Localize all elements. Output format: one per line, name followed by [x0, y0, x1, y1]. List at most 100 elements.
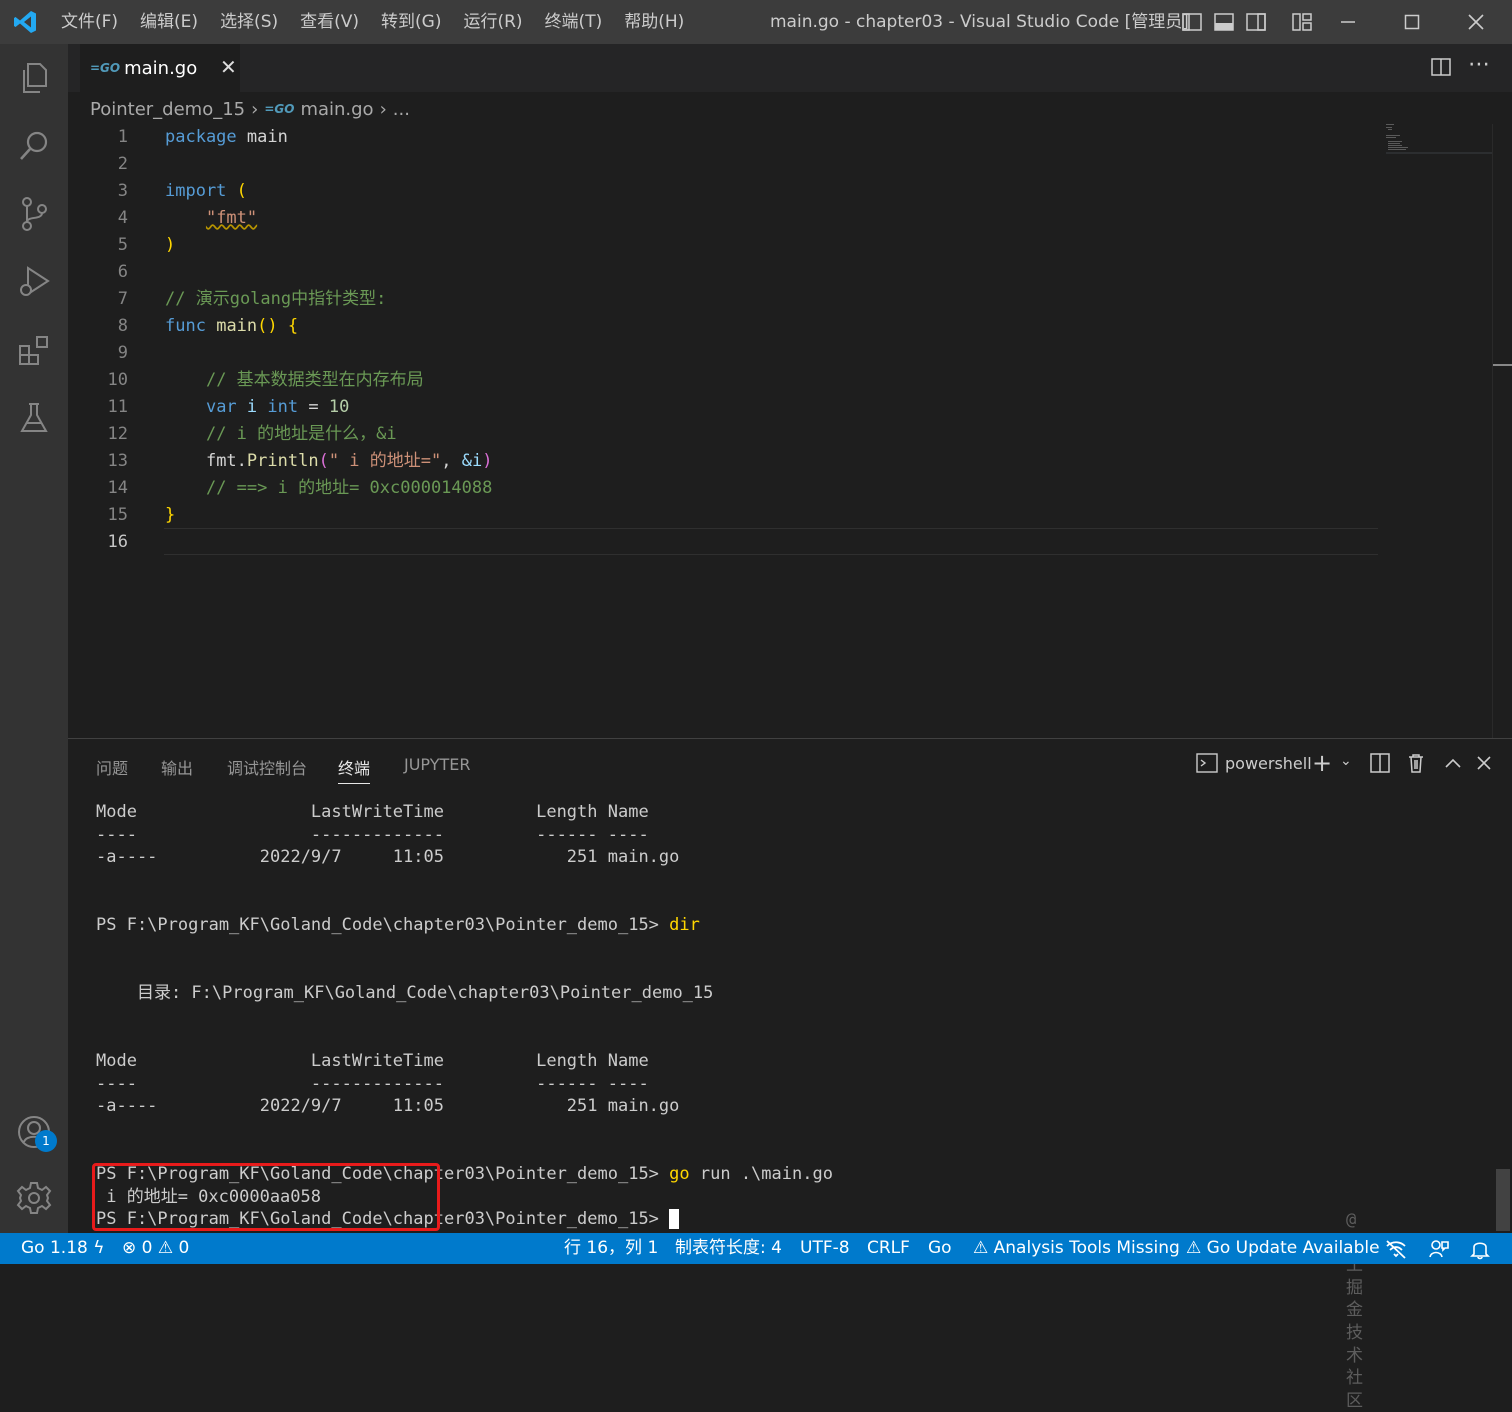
- explorer-icon[interactable]: [0, 44, 68, 112]
- chevron-down-icon[interactable]: ⌄: [1340, 753, 1352, 769]
- terminal-scrollbar[interactable]: [1496, 1169, 1510, 1231]
- close-window-icon[interactable]: [1444, 0, 1508, 44]
- search-icon[interactable]: [0, 112, 68, 180]
- menu-selection[interactable]: 选择(S): [209, 0, 289, 44]
- comment: // i 的地址是什么，&i: [205, 424, 397, 444]
- feedback-icon[interactable]: [1428, 1238, 1450, 1271]
- split-editor-icon[interactable]: [1430, 56, 1452, 82]
- code-line: 10 // 基本数据类型在内存布局: [68, 367, 1378, 394]
- problems-status[interactable]: ⊗ 0 ⚠ 0: [122, 1233, 189, 1264]
- toggle-panel-icon[interactable]: [1208, 0, 1240, 44]
- number-literal: 10: [328, 397, 350, 417]
- keyword: func: [165, 316, 206, 336]
- maximize-icon[interactable]: [1380, 0, 1444, 44]
- tab-main-go[interactable]: =GO main.go ✕: [80, 44, 240, 92]
- keyword: import: [165, 181, 227, 201]
- encoding-status[interactable]: UTF-8: [800, 1233, 850, 1264]
- terminal-shell-label: powershell: [1225, 753, 1312, 773]
- keyword: var: [205, 397, 237, 417]
- tab-size-status[interactable]: 制表符长度: 4: [675, 1233, 782, 1264]
- tab-terminal[interactable]: 终端: [338, 755, 371, 784]
- menu-file[interactable]: 文件(F): [50, 0, 129, 44]
- toggle-secondary-sidebar-icon[interactable]: [1240, 0, 1272, 44]
- split-terminal-icon[interactable]: [1370, 753, 1390, 777]
- close-panel-icon[interactable]: [1476, 755, 1492, 775]
- breadcrumb-folder[interactable]: Pointer_demo_15: [90, 99, 245, 120]
- maximize-panel-chevron-up-icon[interactable]: [1444, 755, 1462, 774]
- kill-terminal-trash-icon[interactable]: [1406, 753, 1426, 777]
- go-update-status[interactable]: ⚠ Go Update Available: [1186, 1233, 1380, 1264]
- editor-scrollbar[interactable]: [1492, 124, 1512, 738]
- tab-output[interactable]: 输出: [161, 755, 193, 779]
- keyword: package: [165, 127, 237, 147]
- breadcrumb-file[interactable]: main.go: [300, 99, 373, 120]
- terminal-line: -a---- 2022/9/7 11:05 251 main.go: [96, 847, 680, 868]
- extensions-icon[interactable]: [0, 316, 68, 384]
- breadcrumb-symbol[interactable]: ...: [393, 99, 410, 120]
- code-line: 13 fmt.Println(" i 的地址=", &i): [68, 448, 1378, 475]
- menu-view[interactable]: 查看(V): [289, 0, 370, 44]
- close-tab-icon[interactable]: ✕: [220, 55, 237, 79]
- language-status[interactable]: Go: [928, 1233, 952, 1264]
- code-line: 7 // 演示golang中指针类型:: [68, 286, 1378, 313]
- minimap[interactable]: [1386, 124, 1492, 154]
- brace: }: [165, 505, 176, 525]
- settings-gear-icon[interactable]: [0, 1164, 68, 1232]
- code-line: 9: [68, 340, 1378, 367]
- analysis-tools-status[interactable]: ⚠ Analysis Tools Missing: [973, 1233, 1180, 1264]
- line-number: 13: [107, 451, 128, 471]
- menu-go[interactable]: 转到(G): [370, 0, 452, 44]
- go-version-status[interactable]: Go 1.18 ϟ: [21, 1233, 104, 1264]
- new-terminal-icon[interactable]: +: [1312, 749, 1332, 777]
- notifications-bell-icon[interactable]: [1470, 1238, 1490, 1271]
- line-number: 4: [117, 208, 128, 228]
- menu-bar: 文件(F) 编辑(E) 选择(S) 查看(V) 转到(G) 运行(R) 终端(T…: [50, 0, 695, 44]
- warning-icon: ⚠: [973, 1238, 989, 1258]
- warning-icon: ⚠: [1186, 1238, 1202, 1258]
- remote-off-icon[interactable]: [1384, 1238, 1408, 1271]
- error-icon: ⊗: [122, 1238, 137, 1258]
- comment: // ==> i 的地址= 0xc000014088: [205, 478, 493, 498]
- terminal-shell-icon: [1196, 753, 1218, 773]
- accounts-icon[interactable]: [0, 1098, 68, 1166]
- paren: (): [257, 316, 278, 336]
- eol-status[interactable]: CRLF: [867, 1233, 910, 1264]
- menu-run[interactable]: 运行(R): [452, 0, 533, 44]
- menu-help[interactable]: 帮助(H): [613, 0, 695, 44]
- line-number: 3: [117, 181, 128, 201]
- terminal-line: PS F:\Program_KF\Goland_Code\chapter03\P…: [96, 914, 700, 937]
- terminal-selector[interactable]: powershell: [1196, 753, 1312, 773]
- line-number: 14: [107, 478, 128, 498]
- tab-debug-console[interactable]: 调试控制台: [227, 755, 307, 779]
- title-bar: 文件(F) 编辑(E) 选择(S) 查看(V) 转到(G) 运行(R) 终端(T…: [0, 0, 1512, 44]
- terminal-line: Mode LastWriteTime Length Name: [96, 1051, 649, 1071]
- menu-edit[interactable]: 编辑(E): [129, 0, 209, 44]
- run-debug-icon[interactable]: [0, 248, 68, 316]
- layout-controls: [1176, 0, 1318, 44]
- toggle-primary-sidebar-icon[interactable]: [1176, 0, 1208, 44]
- more-actions-icon[interactable]: ⋯: [1468, 52, 1490, 77]
- minimize-icon[interactable]: [1316, 0, 1380, 44]
- tab-label: main.go: [124, 57, 198, 79]
- window-title: main.go - chapter03 - Visual Studio Code…: [770, 12, 1189, 32]
- testing-icon[interactable]: [0, 384, 68, 452]
- status-bar: Go 1.18 ϟ ⊗ 0 ⚠ 0 行 16，列 1 制表符长度: 4 UTF-…: [0, 1233, 1512, 1264]
- terminal-args: run .\main.go: [689, 1164, 833, 1184]
- cursor-position-status[interactable]: 行 16，列 1: [564, 1233, 658, 1264]
- customize-layout-icon[interactable]: [1286, 0, 1318, 44]
- terminal-line: -a---- 2022/9/7 11:05 251 main.go: [96, 1096, 680, 1117]
- code-line: 11 var i int = 10: [68, 394, 1378, 421]
- source-control-icon[interactable]: [0, 180, 68, 248]
- vscode-logo-icon: [0, 0, 50, 44]
- function-call: Println: [246, 451, 319, 471]
- line-number: 15: [107, 505, 128, 525]
- tab-jupyter[interactable]: JUPYTER: [404, 755, 471, 774]
- menu-terminal[interactable]: 终端(T): [534, 0, 614, 44]
- line-number: 6: [117, 262, 128, 282]
- editor-area: =GO main.go ✕ ⋯ Pointer_demo_15 › =GO ma…: [68, 44, 1512, 738]
- tab-problems[interactable]: 问题: [96, 755, 128, 779]
- code-line: 4 "fmt": [68, 205, 1378, 232]
- activity-bar: 1: [0, 44, 68, 1233]
- variable: i: [246, 397, 258, 417]
- terminal-line: 目录: F:\Program_KF\Goland_Code\chapter03\…: [96, 983, 714, 1003]
